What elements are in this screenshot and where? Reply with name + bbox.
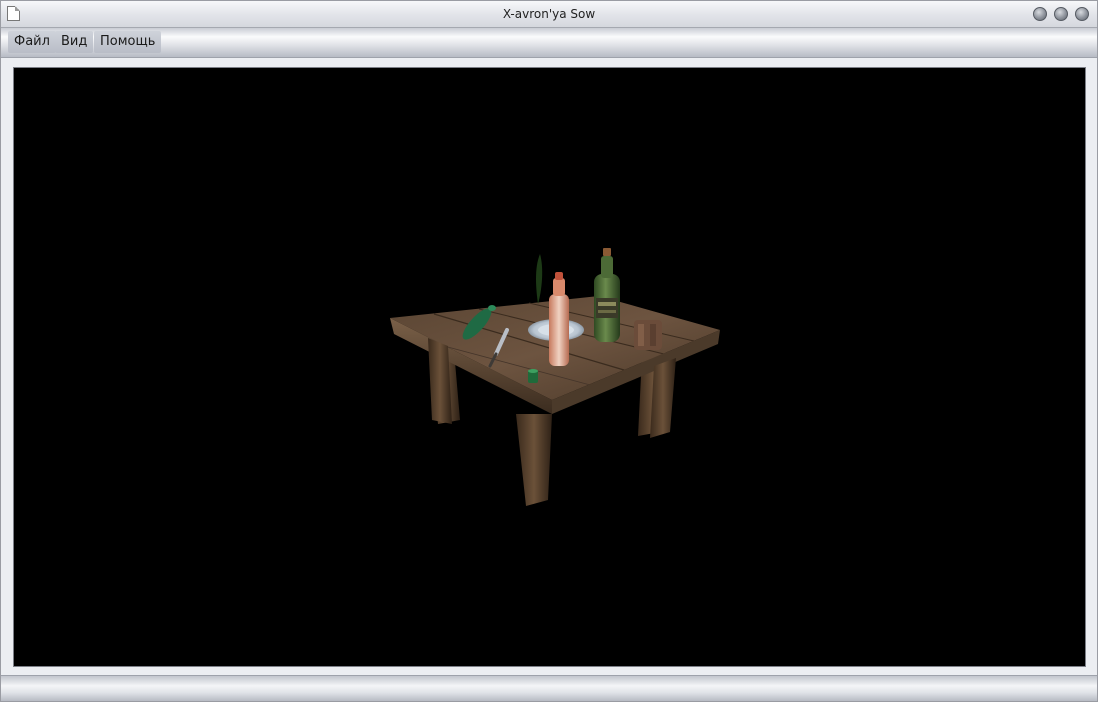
menu-help[interactable]: Помощь: [94, 31, 162, 53]
small-bottle: [549, 294, 569, 366]
close-button[interactable]: [1075, 7, 1089, 21]
table-leg-front-center: [516, 414, 552, 506]
maximize-button[interactable]: [1054, 7, 1068, 21]
table-leg-front-right: [650, 358, 676, 438]
status-bar: [1, 675, 1097, 701]
title-bar[interactable]: X-avron'ya Sow: [1, 1, 1097, 28]
wine-bottle-label: [596, 298, 618, 318]
menu-view[interactable]: Вид: [55, 31, 94, 53]
minimize-button[interactable]: [1033, 7, 1047, 21]
window-title: X-avron'ya Sow: [502, 7, 596, 21]
application-window: X-avron'ya Sow Файл Вид Помощь: [0, 0, 1098, 702]
3d-viewport[interactable]: [13, 67, 1086, 667]
menu-file[interactable]: Файл: [8, 31, 56, 53]
window-controls: [1033, 7, 1089, 21]
scene-render: [390, 248, 720, 506]
menu-bar: Файл Вид Помощь: [1, 28, 1097, 58]
green-leaf: [536, 254, 543, 304]
